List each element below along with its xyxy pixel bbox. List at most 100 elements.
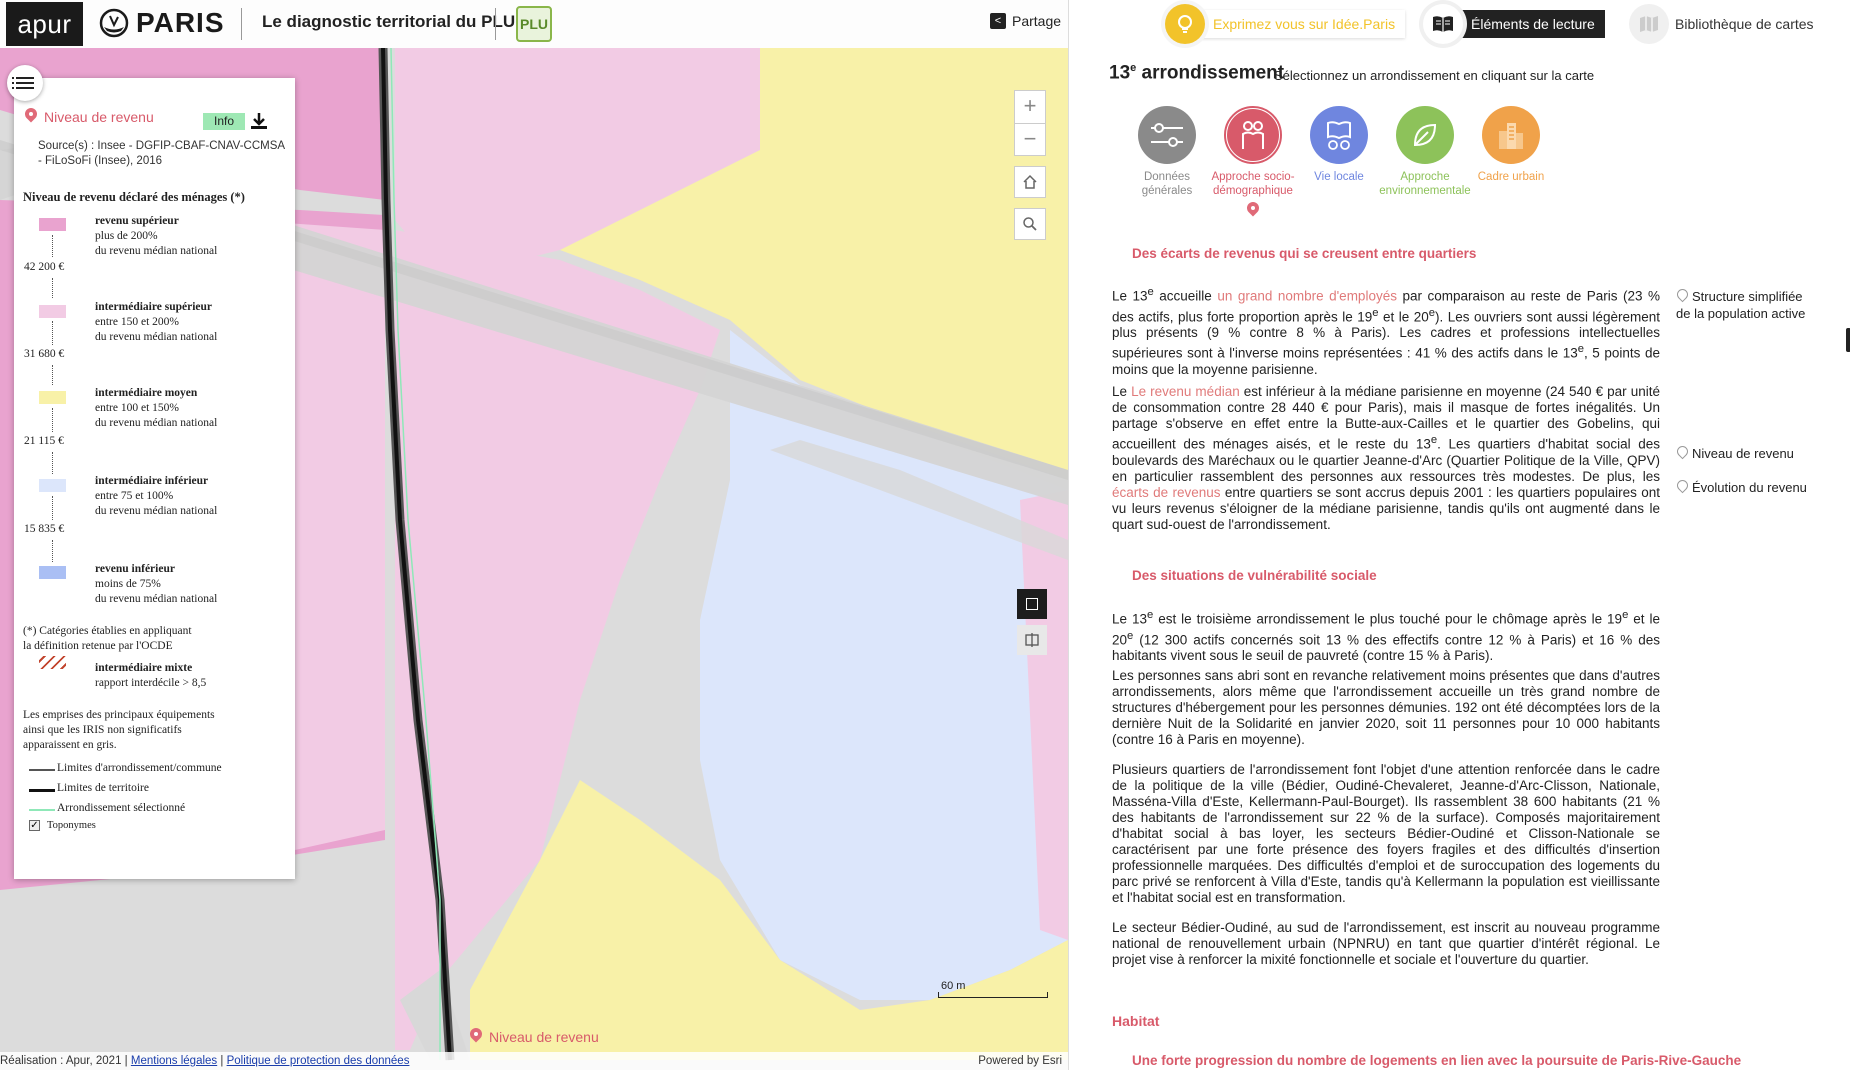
swatch-intermediaire-superieur	[39, 305, 66, 318]
swatch-revenu-inferieur	[39, 566, 66, 579]
paragraph: Les personnes sans abri sont en revanche…	[1112, 668, 1660, 747]
dotted-connector	[52, 452, 53, 474]
info-button[interactable]: Info	[203, 113, 245, 130]
side-link-structure-population[interactable]: Structure simplifiée de la population act…	[1676, 288, 1805, 322]
grey-note-line: Les emprises des principaux équipements	[23, 709, 215, 721]
side-link-label: de la population active	[1676, 306, 1806, 321]
category-range: entre 150 et 200%	[95, 316, 179, 328]
reading-panel: Exprimez vous sur Idée.Paris Éléments de…	[1068, 0, 1850, 1070]
category-range: plus de 200%	[95, 230, 158, 242]
share-button[interactable]: < Partage	[990, 13, 1061, 29]
legend-panel: Niveau de revenu Info Source(s) : Insee …	[14, 78, 295, 879]
map-pin-outline-icon	[1676, 446, 1688, 462]
toponymes-checkbox[interactable]: ✓	[29, 820, 40, 831]
theme-vie-locale[interactable]: Vie locale	[1289, 106, 1389, 184]
arr-word: arrondissement	[1136, 62, 1285, 84]
compare-button[interactable]	[1017, 625, 1047, 655]
theme-approche-socio-demographique[interactable]: Approche socio-démographique	[1203, 106, 1303, 220]
theme-label: environnementale	[1379, 185, 1471, 197]
section-title: Une forte progression du nombre de logem…	[1132, 1053, 1742, 1068]
text-run: Le 13	[1112, 288, 1148, 304]
line-label: Limites d'arrondissement/commune	[57, 762, 222, 774]
line-label: Limites de territoire	[57, 782, 149, 794]
legend-category: intermédiaire mixte rapport interdécile …	[95, 661, 206, 691]
dotted-connector	[52, 321, 53, 345]
grey-note-line: ainsi que les IRIS non significatifs	[23, 724, 182, 736]
category-ref: du revenu médian national	[95, 245, 218, 257]
divider	[495, 8, 496, 40]
apur-logo[interactable]: apur	[6, 2, 83, 46]
map-view[interactable]: apur PARIS Le diagnostic territorial du …	[0, 0, 1068, 1070]
map-footer: Réalisation : Apur, 2021 | Mentions léga…	[0, 1052, 1068, 1070]
reading-elements-button[interactable]: Éléments de lecture	[1423, 4, 1605, 44]
paragraph: Le 13e est le troisième arrondissement l…	[1112, 607, 1660, 664]
folded-map-icon	[1629, 4, 1669, 44]
theme-approche-environnementale[interactable]: Approche environnementale	[1375, 106, 1475, 198]
zoom-out-button[interactable]: −	[1015, 123, 1045, 155]
share-label: Partage	[1012, 13, 1062, 29]
threshold-label: 31 680 €	[24, 348, 65, 360]
app-title: Le diagnostic territorial du PLU	[262, 12, 516, 31]
active-layer-label[interactable]: Niveau de revenu	[469, 1028, 599, 1046]
search-icon	[1023, 217, 1037, 231]
swatch-intermediaire-mixte	[39, 656, 66, 669]
theme-ring	[1310, 106, 1368, 164]
map-pin-icon	[1246, 202, 1260, 220]
grey-note-line: apparaissent en gris.	[23, 739, 117, 751]
download-icon[interactable]	[249, 111, 269, 131]
text-run: et le 20	[1378, 309, 1429, 324]
employes-link[interactable]: un grand nombre d'employés	[1217, 289, 1397, 304]
paragraph: Le Le revenu médian est inférieur à la m…	[1112, 384, 1660, 533]
ocde-note-line: la définition retenue par l'OCDE	[23, 640, 173, 652]
toponymes-label: Toponymes	[47, 820, 96, 831]
home-button[interactable]	[1014, 166, 1046, 198]
text-run: (12 300 actifs concernés soit 13 % des e…	[1112, 632, 1660, 663]
paris-logo[interactable]: PARIS	[98, 7, 225, 38]
theme-label: démographique	[1213, 185, 1293, 197]
plu-logo[interactable]: PLU	[516, 6, 552, 42]
category-ref: du revenu médian national	[95, 331, 218, 343]
side-link-niveau-revenu[interactable]: Niveau de revenu	[1676, 445, 1794, 462]
habitat-heading: Habitat	[1112, 1013, 1160, 1029]
theme-ring	[1138, 106, 1196, 164]
category-name: revenu supérieur	[95, 215, 179, 227]
dotted-connector	[52, 235, 53, 257]
theme-label: Vie locale	[1314, 171, 1364, 183]
legend-source: Source(s) : Insee - DGFIP-CBAF-CNAV-CCMS…	[38, 140, 285, 167]
theme-cadre-urbain[interactable]: Cadre urbain	[1461, 106, 1561, 184]
section-title: Des situations de vulnérabilité sociale	[1132, 568, 1377, 583]
threshold-label: 21 115 €	[24, 435, 64, 447]
line-sample-arrondissement	[29, 769, 55, 771]
map-library-label: Bibliothèque de cartes	[1675, 16, 1814, 32]
side-link-label: Structure simplifiée	[1692, 289, 1803, 304]
category-range: moins de 75%	[95, 578, 161, 590]
legal-link[interactable]: Mentions légales	[131, 1055, 217, 1067]
map-library-button[interactable]: Bibliothèque de cartes	[1629, 4, 1814, 44]
search-button[interactable]	[1014, 208, 1046, 240]
basemap-toggle-button[interactable]	[1017, 589, 1047, 619]
ocde-note: (*) Catégories établies en appliquant la…	[23, 624, 192, 654]
privacy-link[interactable]: Politique de protection des données	[227, 1055, 410, 1067]
zoom-control: + −	[1014, 90, 1046, 156]
scrollbar-thumb[interactable]	[1846, 328, 1850, 352]
theme-donnees-generales[interactable]: Données générales	[1117, 106, 1217, 198]
zoom-in-button[interactable]: +	[1015, 91, 1045, 123]
footer-separator: |	[220, 1055, 224, 1067]
line-sample-selection	[29, 809, 55, 811]
lightbulb-icon	[1165, 4, 1205, 44]
map-pin-icon	[469, 1028, 483, 1046]
section-title: Des écarts de revenus qui se creusent en…	[1132, 246, 1477, 261]
leaf-icon	[1399, 109, 1451, 161]
map-pin-outline-icon	[1676, 480, 1688, 496]
layer-list-button[interactable]	[7, 65, 43, 101]
category-ref: du revenu médian national	[95, 593, 218, 605]
split-view-icon	[1025, 633, 1039, 647]
arrondissement-title: 13e arrondissement	[1109, 62, 1284, 84]
ecarts-revenus-link[interactable]: écarts de revenus	[1112, 485, 1221, 500]
side-link-evolution-revenu[interactable]: Évolution du revenu	[1676, 479, 1807, 496]
list-icon	[12, 77, 34, 84]
map-pin-icon	[24, 108, 38, 126]
revenu-median-link[interactable]: Le revenu médian	[1131, 384, 1240, 399]
idee-paris-button[interactable]: Exprimez vous sur Idée.Paris	[1165, 4, 1406, 44]
theme-label: générales	[1141, 185, 1193, 197]
